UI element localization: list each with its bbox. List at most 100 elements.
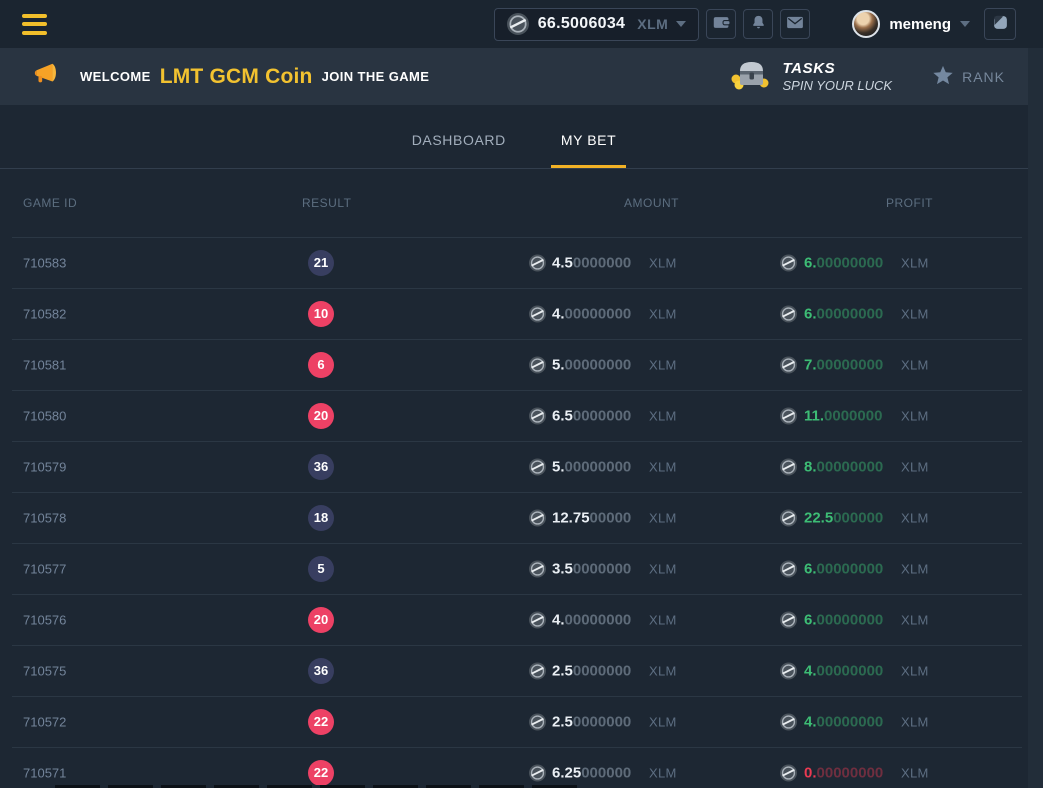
profit-currency: XLM <box>901 612 929 627</box>
table-row[interactable]: 710582 10 4.00000000 XLM 6.00000000 XLM <box>0 288 1043 339</box>
amount-currency: XLM <box>649 510 677 525</box>
stellar-coin-icon <box>780 458 797 475</box>
wallet-button[interactable] <box>706 9 736 39</box>
profit-value: 6.00000000 <box>804 611 883 628</box>
profit-value: 0.00000000 <box>804 764 883 781</box>
amount-currency: XLM <box>649 663 677 678</box>
result-badge: 20 <box>308 403 334 429</box>
result-badge: 36 <box>308 454 334 480</box>
messages-button[interactable] <box>780 9 810 39</box>
tab-my-bet[interactable]: MY BET <box>551 105 626 168</box>
user-menu[interactable]: memeng <box>852 10 970 38</box>
game-id: 710572 <box>23 714 66 729</box>
stellar-coin-icon <box>529 713 546 730</box>
coin-name: LMT GCM Coin <box>160 65 313 89</box>
tab-dashboard[interactable]: DASHBOARD <box>402 105 516 168</box>
stellar-coin-icon <box>529 356 546 373</box>
amount-currency: XLM <box>649 306 677 321</box>
result-badge: 10 <box>308 301 334 327</box>
stellar-coin-icon <box>780 764 797 781</box>
amount-currency: XLM <box>649 357 677 372</box>
game-id: 710577 <box>23 561 66 576</box>
menu-button[interactable] <box>22 14 48 35</box>
game-id: 710571 <box>23 765 66 780</box>
table-row[interactable]: 710580 20 6.50000000 XLM 11.0000000 XLM <box>0 390 1043 441</box>
welcome-message: WELCOME LMT GCM Coin JOIN THE GAME <box>80 65 429 89</box>
stellar-coin-icon <box>529 254 546 271</box>
amount-value: 2.50000000 <box>552 662 631 679</box>
profit-currency: XLM <box>901 765 929 780</box>
stellar-coin-icon <box>529 560 546 577</box>
table-row[interactable]: 710579 36 5.00000000 XLM 8.00000000 XLM <box>0 441 1043 492</box>
table-row[interactable]: 710576 20 4.00000000 XLM 6.00000000 XLM <box>0 594 1043 645</box>
stellar-coin-icon <box>529 407 546 424</box>
header-amount: AMOUNT <box>624 196 679 210</box>
header-game-id: GAME ID <box>23 196 77 210</box>
app-root: 66.5006034 XLM memeng <box>0 0 1043 788</box>
tasks-text: TASKS SPIN YOUR LUCK <box>783 60 893 93</box>
table-row[interactable]: 710583 21 4.50000000 XLM 6.00000000 XLM <box>0 237 1043 288</box>
tasks-subtitle: SPIN YOUR LUCK <box>783 78 893 93</box>
balance-selector[interactable]: 66.5006034 XLM <box>494 8 700 41</box>
amount-value: 3.50000000 <box>552 560 631 577</box>
profit-value: 6.00000000 <box>804 560 883 577</box>
amount-value: 5.00000000 <box>552 356 631 373</box>
table-row[interactable]: 710581 6 5.00000000 XLM 7.00000000 XLM <box>0 339 1043 390</box>
caret-down-icon <box>960 21 970 27</box>
profit-value: 6.00000000 <box>804 305 883 322</box>
tasks-title: TASKS <box>783 60 893 77</box>
result-badge: 36 <box>308 658 334 684</box>
profit-currency: XLM <box>901 408 929 423</box>
balance-currency: XLM <box>637 16 668 32</box>
game-id: 710582 <box>23 306 66 321</box>
star-icon <box>932 65 962 89</box>
profit-currency: XLM <box>901 306 929 321</box>
game-id: 710576 <box>23 612 66 627</box>
bell-icon <box>750 14 767 35</box>
amount-value: 2.50000000 <box>552 713 631 730</box>
stellar-coin-icon <box>507 13 529 35</box>
result-badge: 20 <box>308 607 334 633</box>
table-row[interactable]: 710571 22 6.25000000 XLM 0.00000000 XLM <box>0 747 1043 788</box>
chat-icon <box>992 14 1009 34</box>
table-header: GAME ID RESULT AMOUNT PROFIT <box>0 169 1043 237</box>
game-id: 710583 <box>23 255 66 270</box>
amount-value: 4.00000000 <box>552 305 631 322</box>
profit-value: 4.00000000 <box>804 662 883 679</box>
game-id: 710578 <box>23 510 66 525</box>
wallet-icon <box>712 14 731 34</box>
table-row[interactable]: 710572 22 2.50000000 XLM 4.00000000 XLM <box>0 696 1043 747</box>
profit-currency: XLM <box>901 357 929 372</box>
caret-down-icon <box>676 21 686 27</box>
amount-currency: XLM <box>649 765 677 780</box>
topbar: 66.5006034 XLM memeng <box>0 0 1043 48</box>
welcome-prefix: WELCOME <box>80 69 151 84</box>
stellar-coin-icon <box>780 407 797 424</box>
amount-currency: XLM <box>649 459 677 474</box>
amount-currency: XLM <box>649 255 677 270</box>
tasks-button[interactable]: TASKS SPIN YOUR LUCK <box>727 55 893 98</box>
table-row[interactable]: 710575 36 2.50000000 XLM 4.00000000 XLM <box>0 645 1043 696</box>
right-edge-panel <box>1028 48 1043 788</box>
game-id: 710581 <box>23 357 66 372</box>
tabs: DASHBOARD MY BET <box>0 105 1043 169</box>
result-badge: 18 <box>308 505 334 531</box>
table-row[interactable]: 710577 5 3.50000000 XLM 6.00000000 XLM <box>0 543 1043 594</box>
profit-currency: XLM <box>901 714 929 729</box>
table-row[interactable]: 710578 18 12.7500000 XLM 22.5000000 XLM <box>0 492 1043 543</box>
result-badge: 5 <box>308 556 334 582</box>
amount-currency: XLM <box>649 612 677 627</box>
result-badge: 21 <box>308 250 334 276</box>
stellar-coin-icon <box>529 764 546 781</box>
stellar-coin-icon <box>780 662 797 679</box>
notifications-button[interactable] <box>743 9 773 39</box>
result-badge: 6 <box>308 352 334 378</box>
game-id: 710580 <box>23 408 66 423</box>
chat-button[interactable] <box>984 8 1016 40</box>
rank-button[interactable]: RANK <box>932 65 1005 89</box>
stellar-coin-icon <box>529 305 546 322</box>
profit-value: 7.00000000 <box>804 356 883 373</box>
menu-icon <box>22 31 47 35</box>
result-badge: 22 <box>308 709 334 735</box>
stellar-coin-icon <box>780 611 797 628</box>
